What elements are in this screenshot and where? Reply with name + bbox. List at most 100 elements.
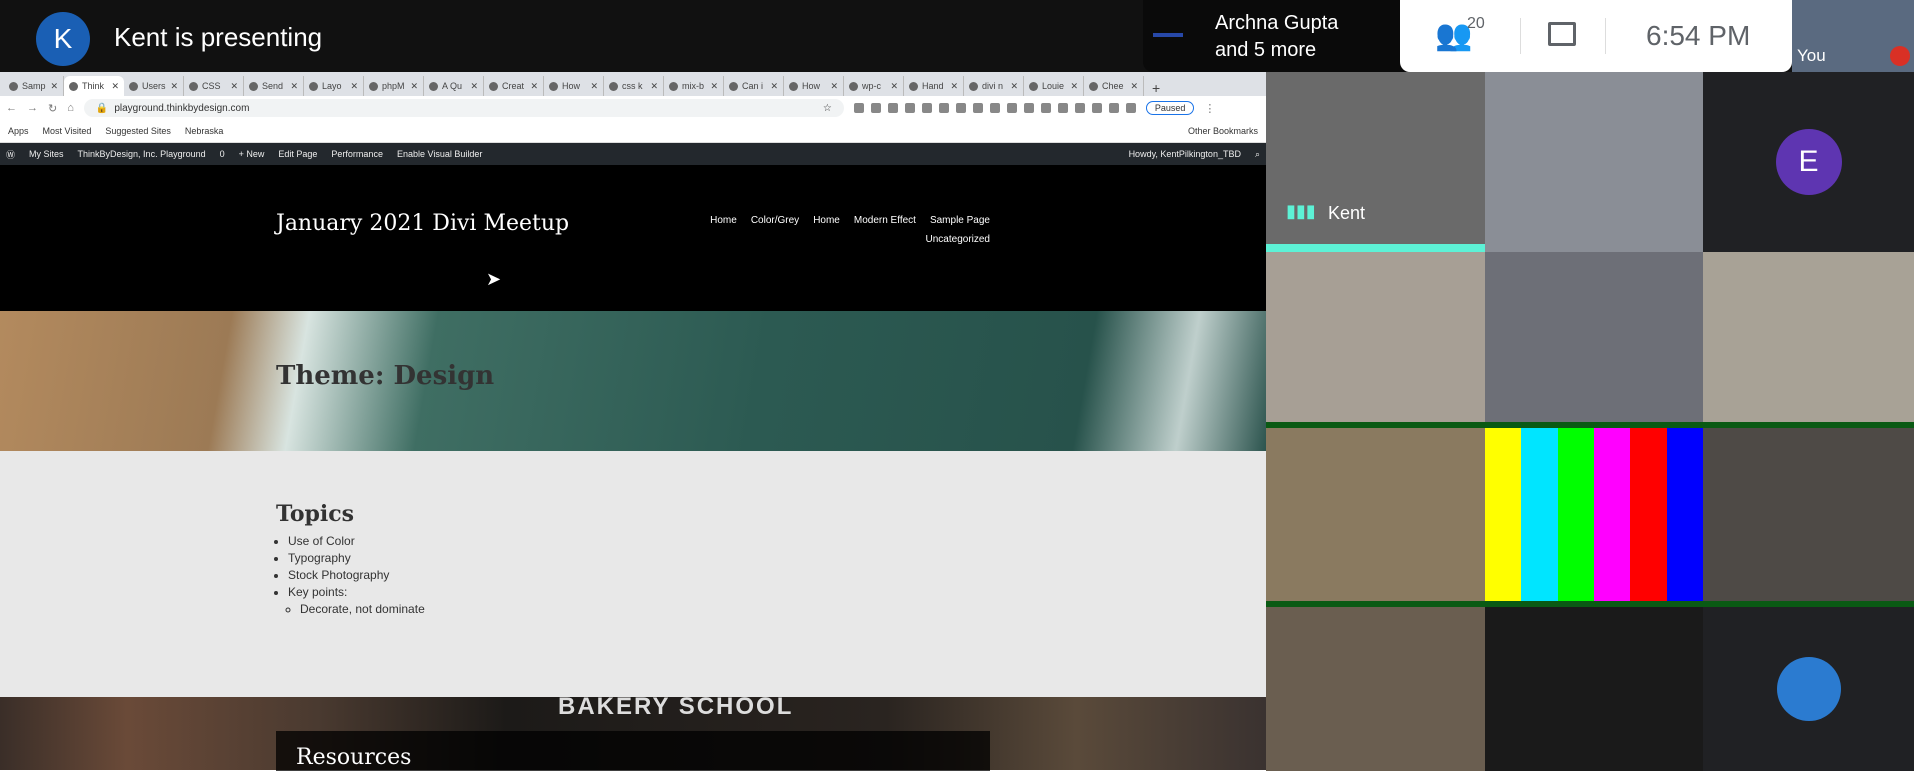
browser-tab[interactable]: Think ✕ <box>64 76 124 96</box>
wp-site-name[interactable]: ThinkByDesign, Inc. Playground <box>78 149 206 159</box>
wp-howdy[interactable]: Howdy, KentPilkington_TBD <box>1129 149 1241 159</box>
bookmark-most-visited[interactable]: Most Visited <box>43 126 92 136</box>
wp-visual-builder[interactable]: Enable Visual Builder <box>397 149 482 159</box>
browser-tab[interactable]: wp-c ✕ <box>844 76 904 96</box>
tab-close-icon[interactable]: ✕ <box>290 81 298 92</box>
profile-paused-button[interactable]: Paused <box>1145 101 1195 115</box>
url-field[interactable]: 🔒 playground.thinkbydesign.com ☆ <box>83 99 844 117</box>
tab-close-icon[interactable]: ✕ <box>170 81 178 92</box>
browser-tab[interactable]: How ✕ <box>544 76 604 96</box>
menu-sample-page[interactable]: Sample Page <box>930 215 990 226</box>
extension-icon[interactable] <box>972 103 983 113</box>
home-icon[interactable]: ⌂ <box>67 102 74 114</box>
participant-tile[interactable] <box>1266 252 1485 428</box>
extension-icon[interactable] <box>1074 103 1085 113</box>
tab-close-icon[interactable]: ✕ <box>1130 81 1138 92</box>
participant-tile[interactable]: E <box>1703 72 1914 252</box>
tab-close-icon[interactable]: ✕ <box>410 81 418 92</box>
tab-close-icon[interactable]: ✕ <box>50 81 58 92</box>
tab-close-icon[interactable]: ✕ <box>890 81 898 92</box>
browser-tab[interactable]: Hand ✕ <box>904 76 964 96</box>
active-speakers[interactable]: Archna Gupta and 5 more <box>1143 0 1405 72</box>
menu-home-2[interactable]: Home <box>813 215 840 226</box>
forward-icon[interactable]: → <box>27 102 38 114</box>
chat-icon[interactable] <box>1548 22 1576 46</box>
extension-icon[interactable] <box>989 103 1000 113</box>
browser-tab[interactable]: css k ✕ <box>604 76 664 96</box>
bookmark-star-icon[interactable]: ☆ <box>823 103 832 114</box>
tab-close-icon[interactable]: ✕ <box>770 81 778 92</box>
extension-icon[interactable] <box>1057 103 1068 113</box>
menu-icon[interactable]: ⋮ <box>1204 102 1215 115</box>
browser-tab[interactable]: Louie ✕ <box>1024 76 1084 96</box>
tab-close-icon[interactable]: ✕ <box>230 81 238 92</box>
participant-tile[interactable] <box>1485 72 1703 252</box>
wordpress-icon[interactable]: Ⓦ <box>6 148 15 161</box>
extension-icon[interactable] <box>1108 103 1119 113</box>
extension-icon[interactable] <box>938 103 949 113</box>
participant-tile[interactable] <box>1485 252 1703 428</box>
wp-my-sites[interactable]: My Sites <box>29 149 64 159</box>
menu-home[interactable]: Home <box>710 215 737 226</box>
tab-close-icon[interactable]: ✕ <box>710 81 718 92</box>
participant-tile[interactable] <box>1485 607 1703 771</box>
tab-close-icon[interactable]: ✕ <box>1010 81 1018 92</box>
tab-close-icon[interactable]: ✕ <box>470 81 478 92</box>
browser-tab[interactable]: phpM ✕ <box>364 76 424 96</box>
tab-close-icon[interactable]: ✕ <box>830 81 838 92</box>
browser-tab[interactable]: Chee ✕ <box>1084 76 1144 96</box>
extension-icon[interactable] <box>1125 103 1136 113</box>
browser-tab[interactable]: Layo ✕ <box>304 76 364 96</box>
participant-tile[interactable] <box>1266 428 1485 607</box>
tab-close-icon[interactable]: ✕ <box>350 81 358 92</box>
wp-comments[interactable]: 0 <box>220 149 225 159</box>
extension-icon[interactable] <box>955 103 966 113</box>
extension-icon[interactable] <box>887 103 898 113</box>
bookmark-suggested-sites[interactable]: Suggested Sites <box>105 126 171 136</box>
tab-close-icon[interactable]: ✕ <box>1070 81 1078 92</box>
browser-tab[interactable]: Creat ✕ <box>484 76 544 96</box>
participant-tile[interactable] <box>1703 428 1914 607</box>
browser-tab[interactable]: A Qu ✕ <box>424 76 484 96</box>
wp-performance[interactable]: Performance <box>331 149 383 159</box>
browser-tab[interactable]: mix-b ✕ <box>664 76 724 96</box>
back-icon[interactable]: ← <box>6 102 17 114</box>
browser-tab[interactable]: Can i ✕ <box>724 76 784 96</box>
extension-icon[interactable] <box>904 103 915 113</box>
browser-tab[interactable]: Samp ✕ <box>4 76 64 96</box>
browser-tab[interactable]: How ✕ <box>784 76 844 96</box>
search-icon[interactable]: ⌕ <box>1255 149 1260 160</box>
site-title[interactable]: January 2021 Divi Meetup <box>276 211 569 236</box>
bookmark-apps[interactable]: Apps <box>8 126 29 136</box>
extension-icon[interactable] <box>1023 103 1034 113</box>
reload-icon[interactable]: ↻ <box>48 102 57 115</box>
tab-close-icon[interactable]: ✕ <box>650 81 658 92</box>
extension-icon[interactable] <box>921 103 932 113</box>
tab-close-icon[interactable]: ✕ <box>111 81 119 92</box>
self-view[interactable]: You <box>1792 0 1914 72</box>
browser-tab[interactable]: divi n ✕ <box>964 76 1024 96</box>
extension-icon[interactable] <box>870 103 881 113</box>
tab-close-icon[interactable]: ✕ <box>950 81 958 92</box>
participant-tile[interactable] <box>1703 607 1914 771</box>
browser-tab[interactable]: Send ✕ <box>244 76 304 96</box>
new-tab-button[interactable]: + <box>1144 80 1168 96</box>
bookmark-nebraska[interactable]: Nebraska <box>185 126 224 136</box>
wp-edit-page[interactable]: Edit Page <box>278 149 317 159</box>
tab-close-icon[interactable]: ✕ <box>530 81 538 92</box>
menu-modern-effect[interactable]: Modern Effect <box>854 215 916 226</box>
extension-icon[interactable] <box>1091 103 1102 113</box>
other-bookmarks[interactable]: Other Bookmarks <box>1188 126 1258 136</box>
extension-icon[interactable] <box>1006 103 1017 113</box>
browser-tab[interactable]: CSS ✕ <box>184 76 244 96</box>
menu-color-grey[interactable]: Color/Grey <box>751 215 799 226</box>
participant-tile[interactable] <box>1485 428 1703 607</box>
wp-new[interactable]: + New <box>239 149 265 159</box>
extension-icon[interactable] <box>853 103 864 113</box>
browser-tab[interactable]: Users ✕ <box>124 76 184 96</box>
participant-tile[interactable]: ▮▮▮ Kent <box>1266 72 1485 252</box>
tab-close-icon[interactable]: ✕ <box>590 81 598 92</box>
menu-uncategorized[interactable]: Uncategorized <box>926 234 990 245</box>
extension-icon[interactable] <box>1040 103 1051 113</box>
participant-tile[interactable] <box>1266 607 1485 771</box>
